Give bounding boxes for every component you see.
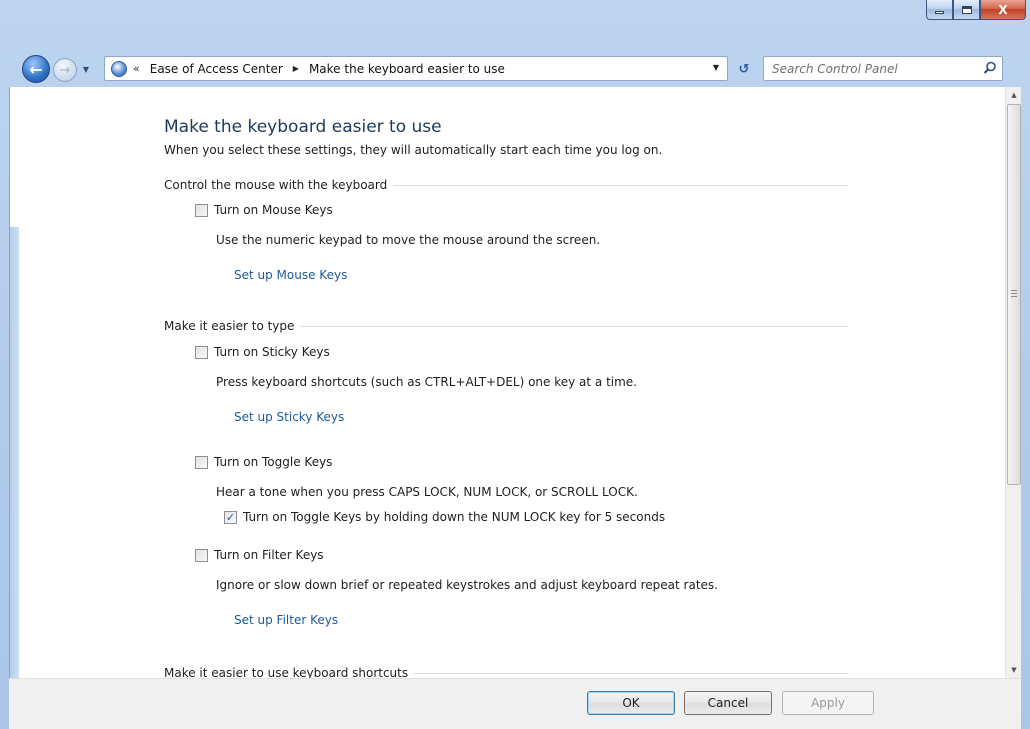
breadcrumb-ease-of-access-center[interactable]: Ease of Access Center — [150, 62, 283, 76]
caption-buttons: X — [926, 0, 1026, 20]
mouse-keys-checkbox[interactable] — [195, 203, 208, 217]
toggle-keys-option[interactable]: Turn on Toggle Keys — [195, 455, 332, 469]
toggle-keys-numlock-option[interactable]: ✓ Turn on Toggle Keys by holding down th… — [224, 510, 665, 524]
sticky-keys-checkbox[interactable] — [195, 345, 208, 359]
section-divider — [300, 325, 848, 327]
breadcrumb-current-page[interactable]: Make the keyboard easier to use — [309, 62, 505, 76]
filter-keys-label[interactable]: Turn on Filter Keys — [214, 548, 324, 562]
section-easier-to-type: Make it easier to type — [164, 319, 848, 333]
minimize-button[interactable] — [926, 0, 953, 20]
toggle-keys-numlock-checkbox[interactable]: ✓ — [224, 510, 237, 524]
page-description: When you select these settings, they wil… — [164, 143, 663, 157]
apply-button[interactable]: Apply — [782, 691, 874, 715]
mouse-keys-description: Use the numeric keypad to move the mouse… — [216, 233, 601, 247]
control-panel-window: X ← → ▼ « Ease of Access Center ▶ Make t… — [0, 0, 1030, 729]
page-title: Make the keyboard easier to use — [164, 117, 442, 137]
content-pane: Make the keyboard easier to use When you… — [9, 87, 1021, 687]
filter-keys-description: Ignore or slow down brief or repeated ke… — [216, 578, 718, 592]
close-button[interactable]: X — [980, 0, 1026, 20]
address-dropdown-icon[interactable]: ▼ — [713, 63, 719, 72]
close-icon: X — [998, 2, 1008, 17]
address-bar[interactable]: « Ease of Access Center ▶ Make the keybo… — [104, 56, 728, 81]
scroll-down-arrow-icon[interactable]: ▼ — [1006, 662, 1022, 678]
section-mouse-keyboard: Control the mouse with the keyboard — [164, 178, 848, 192]
setup-mouse-keys-link[interactable]: Set up Mouse Keys — [234, 268, 347, 282]
refresh-button[interactable]: ↺ — [733, 58, 755, 80]
refresh-icon: ↺ — [738, 61, 750, 77]
ok-button[interactable]: OK — [587, 691, 675, 715]
sticky-keys-description: Press keyboard shortcuts (such as CTRL+A… — [216, 375, 638, 389]
navigation-bar: ← → ▼ « Ease of Access Center ▶ Make the… — [0, 52, 1030, 86]
command-bar: OK Cancel Apply — [9, 678, 1021, 729]
scroll-up-arrow-icon[interactable]: ▲ — [1006, 87, 1022, 103]
filter-keys-checkbox[interactable] — [195, 548, 208, 562]
control-panel-icon — [111, 60, 127, 77]
search-box[interactable] — [763, 56, 1003, 81]
toggle-keys-description: Hear a tone when you press CAPS LOCK, NU… — [216, 485, 638, 499]
mouse-keys-label[interactable]: Turn on Mouse Keys — [214, 203, 333, 217]
search-icon[interactable] — [982, 60, 998, 76]
toggle-keys-label[interactable]: Turn on Toggle Keys — [214, 455, 332, 469]
left-frame-strip — [10, 227, 19, 687]
vertical-scrollbar[interactable]: ▲ ▼ — [1005, 87, 1021, 678]
section-divider — [393, 184, 848, 186]
scrollbar-grip-icon — [1011, 290, 1017, 297]
filter-keys-option[interactable]: Turn on Filter Keys — [195, 548, 324, 562]
back-arrow-icon: ← — [29, 59, 43, 79]
section-label: Control the mouse with the keyboard — [164, 178, 388, 192]
breadcrumb-overflow[interactable]: « — [133, 62, 140, 75]
minimize-icon — [935, 11, 944, 14]
title-bar: X — [0, 0, 1030, 50]
maximize-button[interactable] — [953, 0, 980, 20]
setup-sticky-keys-link[interactable]: Set up Sticky Keys — [234, 410, 344, 424]
forward-button[interactable]: → — [53, 58, 77, 82]
maximize-icon — [961, 5, 972, 14]
chevron-down-icon: ▼ — [82, 64, 90, 74]
breadcrumb-separator-icon[interactable]: ▶ — [293, 64, 299, 73]
section-label: Make it easier to type — [164, 319, 295, 333]
toggle-keys-checkbox[interactable] — [195, 455, 208, 469]
scrollbar-thumb[interactable] — [1007, 104, 1021, 485]
forward-arrow-icon: → — [59, 62, 71, 78]
cancel-button[interactable]: Cancel — [684, 691, 772, 715]
mouse-keys-option[interactable]: Turn on Mouse Keys — [195, 203, 333, 217]
back-button[interactable]: ← — [22, 55, 50, 83]
section-divider — [414, 672, 848, 674]
sticky-keys-label[interactable]: Turn on Sticky Keys — [214, 345, 330, 359]
setup-filter-keys-link[interactable]: Set up Filter Keys — [234, 613, 338, 627]
search-input[interactable] — [764, 57, 974, 80]
sticky-keys-option[interactable]: Turn on Sticky Keys — [195, 345, 330, 359]
recent-pages-button[interactable]: ▼ — [80, 62, 92, 76]
toggle-keys-numlock-label[interactable]: Turn on Toggle Keys by holding down the … — [243, 510, 665, 524]
